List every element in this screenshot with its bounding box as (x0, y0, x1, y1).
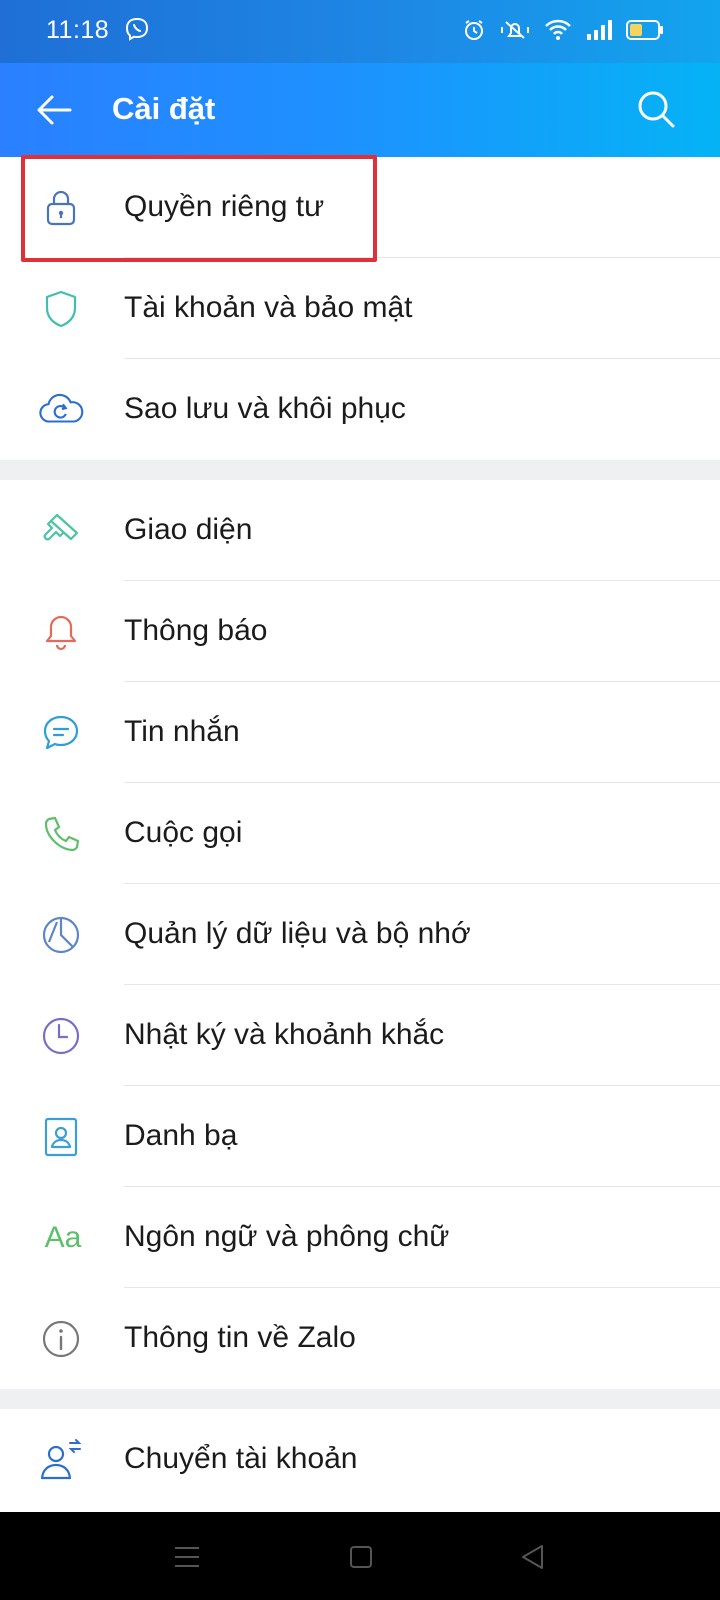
battery-icon (626, 19, 664, 41)
chat-icon (38, 710, 84, 756)
settings-item-notifications[interactable]: Thông báo (0, 581, 720, 682)
paint-brush-icon (38, 508, 84, 554)
status-bar: 11:18 (0, 0, 720, 63)
pie-chart-icon (38, 912, 84, 958)
cloud-sync-icon (38, 387, 84, 433)
font-icon: Aa (40, 1215, 86, 1261)
settings-item-label: Ngôn ngữ và phông chữ (124, 1220, 450, 1253)
settings-item-label: Nhật ký và khoảnh khắc (124, 1018, 445, 1051)
settings-list: Quyền riêng tư Tài khoản và bảo mật Sao … (0, 157, 720, 1510)
section-separator (0, 460, 720, 480)
settings-item-calls[interactable]: Cuộc gọi (0, 783, 720, 884)
settings-item-label: Tin nhắn (124, 715, 240, 748)
settings-item-label: Cuộc gọi (124, 816, 243, 849)
wifi-icon (544, 18, 572, 42)
settings-item-label: Tài khoản và bảo mật (124, 291, 413, 324)
settings-item-label: Sao lưu và khôi phục (124, 392, 406, 425)
settings-item-account-security[interactable]: Tài khoản và bảo mật (0, 258, 720, 359)
settings-item-label: Thông báo (124, 614, 268, 647)
settings-item-label: Giao diện (124, 513, 253, 546)
alarm-icon (462, 18, 486, 42)
highlight-box (21, 155, 377, 262)
bell-icon (38, 609, 84, 655)
settings-item-about-zalo[interactable]: Thông tin về Zalo (0, 1288, 720, 1389)
settings-item-label: Quản lý dữ liệu và bộ nhớ (124, 917, 471, 950)
shield-icon (38, 286, 84, 332)
menu-icon[interactable] (172, 1542, 202, 1572)
home-square-icon[interactable] (346, 1542, 376, 1572)
section-separator (0, 1389, 720, 1409)
back-triangle-icon[interactable] (518, 1542, 548, 1572)
search-icon[interactable] (636, 89, 676, 129)
clock-icon (38, 1013, 84, 1059)
font-icon-text: Aa (44, 1221, 82, 1254)
navigation-bar (0, 1512, 720, 1600)
settings-item-label: Danh bạ (124, 1119, 238, 1152)
settings-item-journal-moments[interactable]: Nhật ký và khoảnh khắc (0, 985, 720, 1086)
settings-item-language-font[interactable]: Aa Ngôn ngữ và phông chữ (0, 1187, 720, 1288)
settings-item-data-storage[interactable]: Quản lý dữ liệu và bộ nhớ (0, 884, 720, 985)
settings-item-label: Thông tin về Zalo (124, 1321, 356, 1354)
settings-item-switch-account[interactable]: Chuyển tài khoản (0, 1409, 720, 1510)
settings-item-backup-restore[interactable]: Sao lưu và khôi phục (0, 359, 720, 460)
phone-icon (38, 811, 84, 857)
page-title: Cài đặt (112, 91, 216, 126)
vibrate-icon (500, 18, 530, 42)
settings-item-messages[interactable]: Tin nhắn (0, 682, 720, 783)
settings-item-appearance[interactable]: Giao diện (0, 480, 720, 581)
settings-item-contacts[interactable]: Danh bạ (0, 1086, 720, 1187)
info-icon (38, 1316, 84, 1362)
status-time: 11:18 (46, 16, 110, 44)
signal-icon (586, 18, 612, 42)
arrow-left-icon[interactable] (34, 90, 74, 130)
app-bar: Cài đặt (0, 63, 720, 157)
switch-account-icon (38, 1437, 84, 1483)
settings-item-label: Chuyển tài khoản (124, 1442, 358, 1475)
contact-card-icon (38, 1114, 84, 1160)
viber-icon (124, 17, 150, 43)
